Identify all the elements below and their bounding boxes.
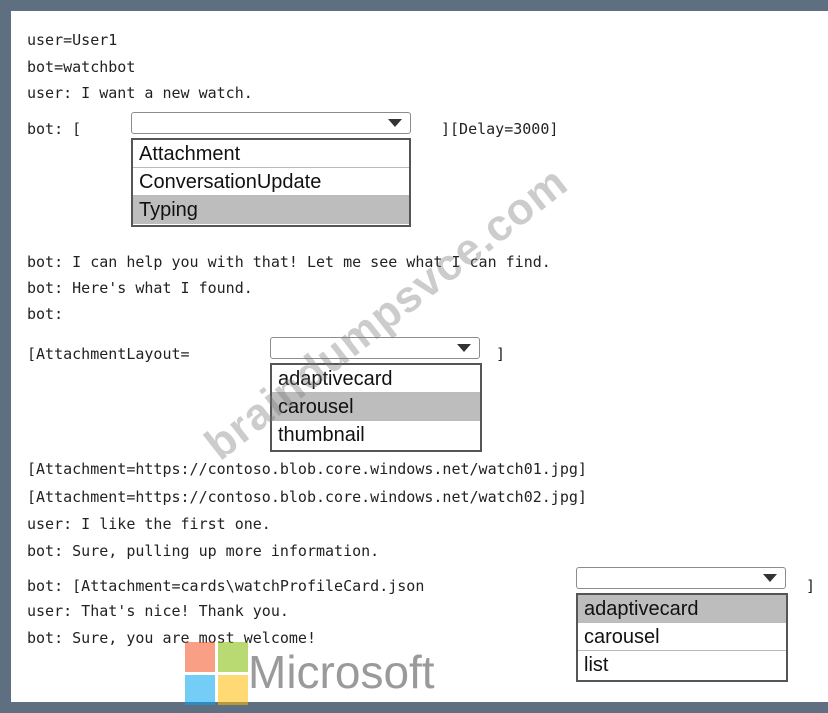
option-adaptivecard[interactable]: adaptivecard: [578, 595, 786, 623]
code-line-delay: ][Delay=3000]: [441, 120, 559, 138]
microsoft-wordmark: Microsoft: [248, 646, 435, 698]
activity-type-dropdown[interactable]: [131, 112, 411, 134]
card-layout-dropdown[interactable]: [576, 567, 786, 589]
logo-yellow-square: [218, 675, 248, 705]
code-line-bot: bot=watchbot: [27, 58, 136, 76]
code-line-user-thanks: user: That's nice! Thank you.: [27, 602, 289, 620]
code-line-bot-activity-prefix: bot: [: [27, 120, 82, 138]
activity-type-options: Attachment ConversationUpdate Typing: [131, 138, 411, 227]
logo-blue-square: [185, 675, 215, 705]
code-line-user-request: user: I want a new watch.: [27, 84, 253, 102]
code-line-bot-empty: bot:: [27, 305, 64, 323]
option-thumbnail[interactable]: thumbnail: [272, 421, 480, 449]
code-line-attachment-1: [Attachment=https://contoso.blob.core.wi…: [27, 460, 587, 478]
option-conversationupdate[interactable]: ConversationUpdate: [133, 168, 409, 196]
option-list[interactable]: list: [578, 651, 786, 679]
code-line-user-like: user: I like the first one.: [27, 515, 271, 533]
chevron-down-icon: [755, 568, 785, 588]
option-typing[interactable]: Typing: [133, 196, 409, 224]
code-line-bracket-close-2: ]: [806, 577, 816, 595]
code-line-found: bot: Here's what I found.: [27, 279, 253, 297]
logo-red-square: [185, 642, 215, 672]
option-carousel[interactable]: carousel: [578, 623, 786, 651]
chevron-down-icon: [380, 113, 410, 133]
code-line-attachment-card: bot: [Attachment=cards\watchProfileCard.…: [27, 577, 425, 595]
chevron-down-icon: [449, 338, 479, 358]
option-attachment[interactable]: Attachment: [133, 140, 409, 168]
code-line-user: user=User1: [27, 31, 118, 49]
code-line-bracket-close: ]: [496, 345, 506, 363]
code-line-attachment-2: [Attachment=https://contoso.blob.core.wi…: [27, 488, 587, 506]
card-layout-options: adaptivecard carousel list: [576, 593, 788, 682]
microsoft-logo-icon: [185, 642, 249, 706]
exhibit-panel: user=User1 bot=watchbot user: I want a n…: [11, 11, 828, 702]
logo-green-square: [218, 642, 248, 672]
code-line-attachment-layout: [AttachmentLayout=: [27, 345, 190, 363]
code-line-bot-pulling: bot: Sure, pulling up more information.: [27, 542, 380, 560]
